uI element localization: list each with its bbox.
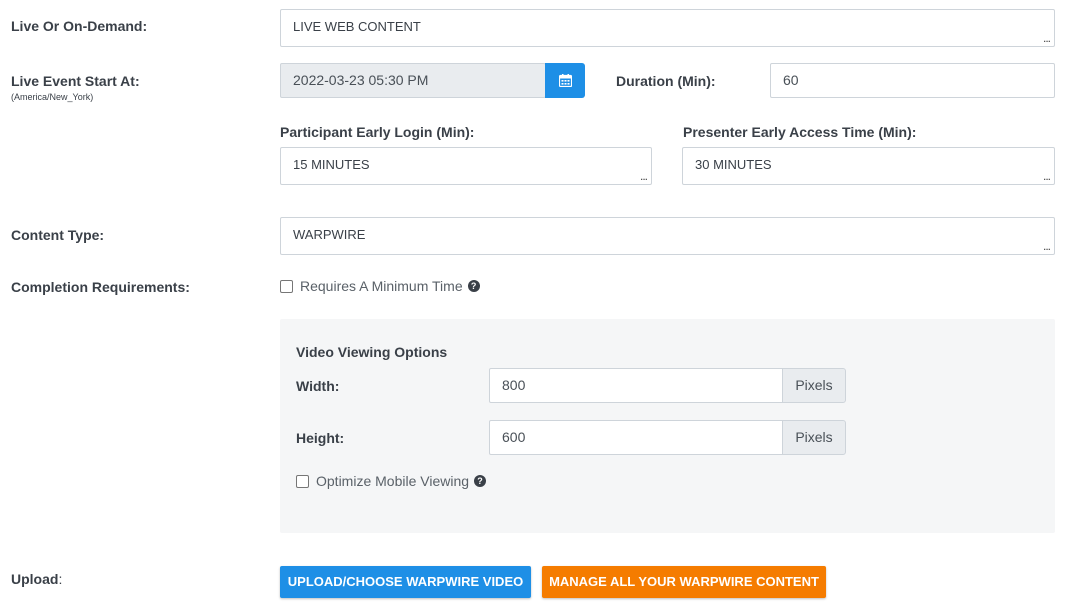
- duration-label: Duration (Min):: [616, 73, 716, 89]
- presenter-early-access-select[interactable]: 30 MINUTES ...: [682, 147, 1055, 185]
- calendar-button[interactable]: [545, 63, 585, 98]
- upload-label-colon: :: [58, 571, 63, 587]
- select-dots: ...: [1042, 31, 1051, 45]
- question-circle-icon[interactable]: ?: [467, 280, 480, 292]
- width-input[interactable]: 800: [489, 368, 783, 403]
- content-type-label: Content Type:: [11, 227, 105, 243]
- video-viewing-options-title: Video Viewing Options: [296, 344, 448, 360]
- upload-label: Upload:: [11, 571, 62, 587]
- live-or-on-demand-select[interactable]: LIVE WEB CONTENT ...: [280, 9, 1055, 47]
- optimize-mobile-checkbox-row[interactable]: Optimize Mobile Viewing ?: [296, 473, 487, 489]
- presenter-early-access-value: 30 MINUTES: [695, 157, 772, 172]
- upload-choose-video-button[interactable]: UPLOAD/CHOOSE WARPWIRE VIDEO: [280, 566, 531, 598]
- minimum-time-checkbox[interactable]: [280, 279, 293, 293]
- minimum-time-checkbox-row[interactable]: Requires A Minimum Time ?: [280, 278, 480, 294]
- timezone-label: (America/New_York): [11, 92, 94, 102]
- manage-content-button[interactable]: MANAGE ALL YOUR WARPWIRE CONTENT: [542, 566, 826, 598]
- participant-early-login-value: 15 MINUTES: [293, 157, 370, 172]
- content-type-select[interactable]: WARPWIRE ...: [280, 217, 1055, 255]
- presenter-early-access-label: Presenter Early Access Time (Min):: [683, 124, 917, 140]
- width-unit: Pixels: [782, 368, 846, 403]
- participant-early-login-label: Participant Early Login (Min):: [280, 124, 475, 140]
- width-label: Width:: [296, 378, 340, 394]
- question-circle-icon[interactable]: ?: [474, 475, 487, 487]
- height-unit: Pixels: [782, 420, 846, 455]
- participant-early-login-select[interactable]: 15 MINUTES ...: [280, 147, 652, 185]
- height-input[interactable]: 600: [489, 420, 783, 455]
- calendar-icon: [558, 74, 572, 87]
- optimize-mobile-checkbox[interactable]: [296, 474, 309, 488]
- content-type-value: WARPWIRE: [293, 227, 366, 242]
- select-dots: ...: [639, 169, 648, 183]
- select-dots: ...: [1042, 169, 1051, 183]
- live-event-start-label: Live Event Start At:: [11, 73, 140, 89]
- live-or-on-demand-label: Live Or On-Demand:: [11, 18, 148, 34]
- optimize-mobile-label: Optimize Mobile Viewing: [316, 473, 470, 489]
- live-event-start-input[interactable]: 2022-03-23 05:30 PM: [280, 63, 546, 98]
- duration-input[interactable]: 60: [770, 63, 1055, 98]
- select-dots: ...: [1042, 239, 1051, 253]
- live-or-on-demand-value: LIVE WEB CONTENT: [293, 19, 421, 34]
- height-label: Height:: [296, 430, 345, 446]
- upload-label-text: Upload: [11, 571, 59, 587]
- completion-requirements-label: Completion Requirements:: [11, 279, 190, 295]
- minimum-time-label: Requires A Minimum Time: [300, 278, 463, 294]
